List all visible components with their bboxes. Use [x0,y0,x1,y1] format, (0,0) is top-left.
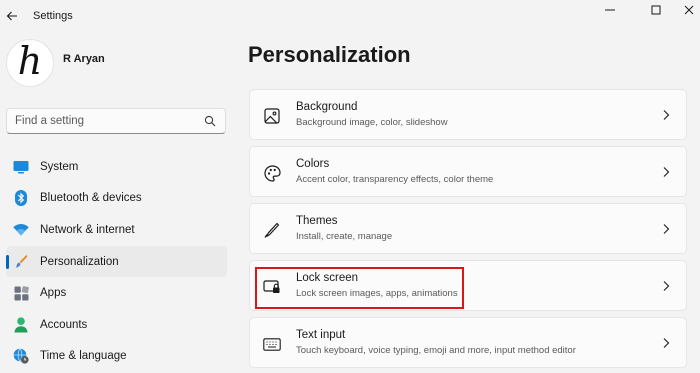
sidebar-item-label: Time & language [40,350,127,363]
maximize-icon [651,5,661,15]
card-title: Text input [296,329,346,341]
avatar[interactable]: h [6,39,54,87]
app-title: Settings [33,10,73,22]
arrow-left-icon [6,11,17,21]
sidebar-nav: System Bluetooth & devices Network & int… [6,151,227,372]
sidebar-item-personalization[interactable]: Personalization [6,245,227,278]
card-title: Themes [296,215,338,227]
minimize-icon [605,9,615,11]
sidebar-item-label: Network & internet [40,223,135,236]
wifi-icon [13,222,29,238]
search-box[interactable] [6,108,226,134]
setting-card-background[interactable]: Background Background image, color, slid… [249,89,687,140]
highlight-annotation [255,267,464,309]
sidebar-item-label: Personalization [40,255,119,268]
sidebar-item-time-language[interactable]: Time & language [6,341,227,373]
chevron-right-icon [663,338,670,348]
sidebar-item-label: System [40,160,79,173]
sidebar-item-network[interactable]: Network & internet [6,214,227,246]
card-description: Install, create, manage [296,231,393,242]
card-description: Background image, color, slideshow [296,117,448,128]
search-input[interactable] [15,113,205,129]
close-icon [684,5,693,15]
apps-icon [13,285,29,301]
image-icon [263,107,281,125]
card-title: Background [296,101,358,113]
keyboard-icon [263,335,281,353]
globe-clock-icon [13,348,29,364]
pen-icon [263,221,281,239]
sidebar-item-label: Apps [40,287,67,300]
bluetooth-icon [13,190,29,207]
chevron-right-icon [663,167,670,177]
sidebar-item-bluetooth[interactable]: Bluetooth & devices [6,183,227,215]
sidebar-item-apps[interactable]: Apps [6,277,227,309]
minimize-button[interactable] [587,0,633,20]
sidebar-item-label: Accounts [40,318,88,331]
avatar-letter: h [17,39,43,83]
setting-card-text-input[interactable]: Text input Touch keyboard, voice typing,… [249,317,687,368]
back-button[interactable] [3,6,21,26]
chevron-right-icon [663,224,670,234]
user-name: R Aryan [63,53,105,65]
close-button[interactable] [677,0,700,20]
sidebar-item-label: Bluetooth & devices [40,192,142,205]
setting-card-themes[interactable]: Themes Install, create, manage [249,203,687,254]
monitor-icon [13,159,29,175]
page-title: Personalization [248,42,411,67]
chevron-right-icon [663,281,670,291]
setting-card-colors[interactable]: Colors Accent color, transparency effect… [249,146,687,197]
person-icon [13,317,29,333]
maximize-button[interactable] [633,0,679,20]
card-description: Touch keyboard, voice typing, emoji and … [296,345,576,356]
sidebar-item-accounts[interactable]: Accounts [6,309,227,341]
chevron-right-icon [663,110,670,120]
search-icon[interactable] [204,115,216,127]
card-title: Colors [296,158,330,170]
settings-list: Background Background image, color, slid… [249,89,687,373]
brush-icon [13,254,29,270]
card-description: Accent color, transparency effects, colo… [296,174,494,185]
sidebar-item-system[interactable]: System [6,151,227,183]
palette-icon [263,164,281,182]
title-bar: Settings [0,0,700,32]
